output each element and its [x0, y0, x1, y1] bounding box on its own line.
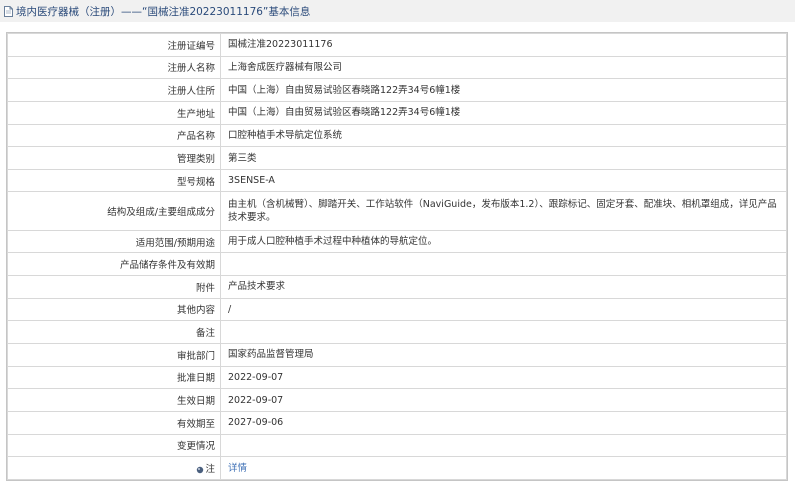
row-label: 其他内容	[7, 297, 221, 322]
row-label: 变更情况	[7, 433, 221, 458]
page-header: 境内医疗器械（注册）——“国械注准20223011176”基本信息	[0, 0, 795, 22]
row-label: 适用范围/预期用途	[7, 229, 221, 254]
row-label: 审批部门	[7, 342, 221, 367]
row-value: 产品技术要求	[220, 275, 787, 299]
note-label-cell: 注	[7, 456, 221, 480]
table-row: 产品名称 口腔种植手术导航定位系统	[7, 123, 787, 148]
row-value: 国家药品监督管理局	[220, 342, 787, 367]
row-value: 由主机（含机械臂）、脚踏开关、工作站软件（NaviGuide，发布版本1.2）、…	[220, 191, 787, 231]
row-label: 管理类别	[7, 146, 221, 170]
row-label: 生效日期	[7, 388, 221, 412]
row-value: 上海舍成医疗器械有限公司	[220, 55, 787, 80]
row-value: 2027-09-06	[220, 410, 787, 435]
row-value	[220, 320, 787, 344]
row-value: /	[220, 297, 787, 322]
row-label: 有效期至	[7, 410, 221, 435]
note-value: 详情	[220, 456, 787, 480]
row-label: 注册人名称	[7, 55, 221, 80]
table-row: 适用范围/预期用途 用于成人口腔种植手术过程中种植体的导航定位。	[7, 229, 787, 254]
row-label: 结构及组成/主要组成成分	[7, 191, 221, 231]
row-label: 注册证编号	[7, 33, 221, 57]
row-label: 产品储存条件及有效期	[7, 252, 221, 277]
row-value: 2022-09-07	[220, 388, 787, 412]
table-row: 审批部门 国家药品监督管理局	[7, 342, 787, 367]
table-row: 附件 产品技术要求	[7, 275, 787, 299]
info-table-container: 注册证编号 国械注准20223011176 注册人名称 上海舍成医疗器械有限公司…	[6, 32, 788, 481]
table-row: 注册人住所 中国（上海）自由贸易试验区春晓路122弄34号6幢1楼	[7, 78, 787, 102]
table-row: 批准日期 2022-09-07	[7, 365, 787, 390]
row-label: 备注	[7, 320, 221, 344]
row-label: 产品名称	[7, 123, 221, 148]
row-value: 口腔种植手术导航定位系统	[220, 123, 787, 148]
table-row: 结构及组成/主要组成成分 由主机（含机械臂）、脚踏开关、工作站软件（NaviGu…	[7, 191, 787, 231]
table-row: 产品储存条件及有效期	[7, 252, 787, 277]
row-value: 中国（上海）自由贸易试验区春晓路122弄34号6幢1楼	[220, 100, 787, 125]
details-link[interactable]: 详情	[228, 463, 247, 474]
note-label: 注	[205, 464, 215, 476]
row-label: 型号规格	[7, 168, 221, 193]
row-value	[220, 252, 787, 277]
row-label: 生产地址	[7, 100, 221, 125]
row-value: 国械注准20223011176	[220, 33, 787, 57]
row-value	[220, 433, 787, 458]
table-row: 变更情况	[7, 433, 787, 458]
table-row: 生产地址 中国（上海）自由贸易试验区春晓路122弄34号6幢1楼	[7, 100, 787, 125]
table-row: 有效期至 2027-09-06	[7, 410, 787, 435]
row-value: 用于成人口腔种植手术过程中种植体的导航定位。	[220, 229, 787, 254]
table-row: 备注	[7, 320, 787, 344]
row-label: 批准日期	[7, 365, 221, 390]
page-title: 境内医疗器械（注册）——“国械注准20223011176”基本信息	[16, 5, 311, 18]
info-table: 注册证编号 国械注准20223011176 注册人名称 上海舍成医疗器械有限公司…	[7, 33, 787, 480]
table-row: 其他内容 /	[7, 297, 787, 322]
row-value: 2022-09-07	[220, 365, 787, 390]
bullet-icon	[197, 466, 204, 473]
table-row: 注 详情	[7, 456, 787, 480]
row-label: 附件	[7, 275, 221, 299]
row-label: 注册人住所	[7, 78, 221, 102]
row-value: 中国（上海）自由贸易试验区春晓路122弄34号6幢1楼	[220, 78, 787, 102]
table-row: 生效日期 2022-09-07	[7, 388, 787, 412]
row-value: 第三类	[220, 146, 787, 170]
table-row: 注册人名称 上海舍成医疗器械有限公司	[7, 55, 787, 80]
table-row: 管理类别 第三类	[7, 146, 787, 170]
table-row: 注册证编号 国械注准20223011176	[7, 33, 787, 57]
table-row: 型号规格 3SENSE-A	[7, 168, 787, 193]
document-icon	[4, 5, 13, 17]
row-value: 3SENSE-A	[220, 168, 787, 193]
